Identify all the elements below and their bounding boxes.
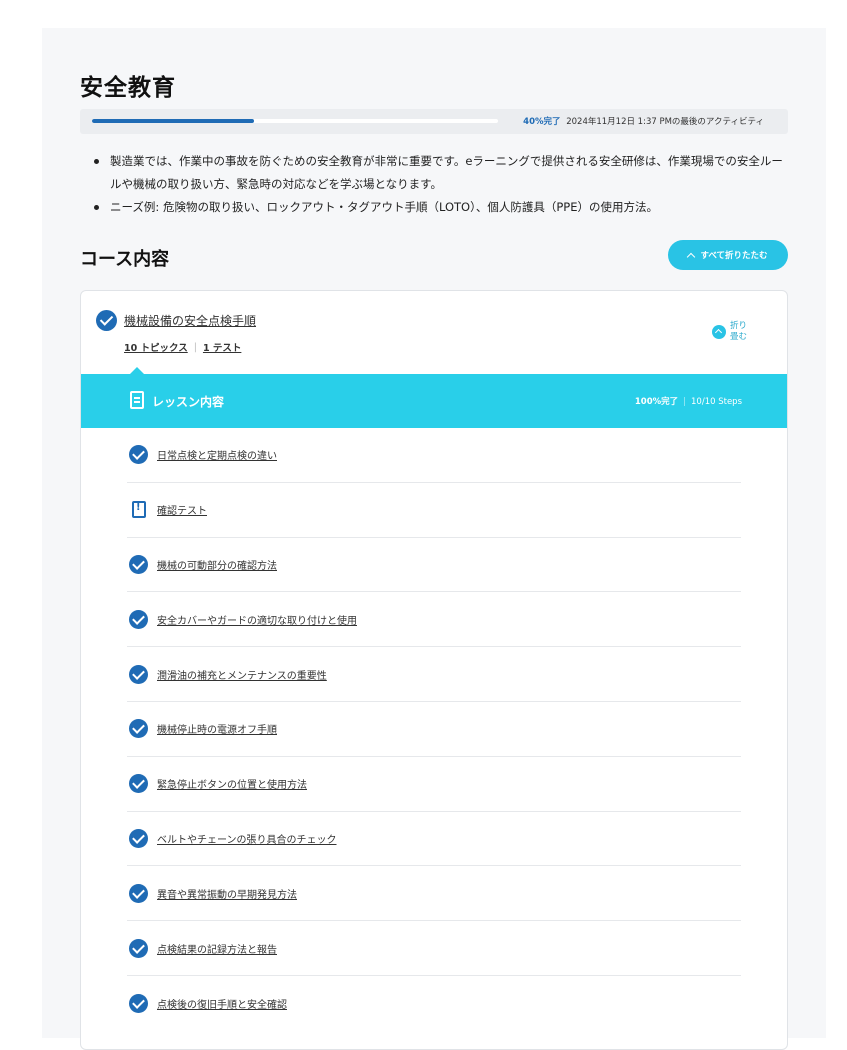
topics-count-link[interactable]: 10 トピックス — [124, 340, 188, 354]
tests-count-link[interactable]: 1 テスト — [203, 340, 241, 354]
topic-link[interactable]: 日常点検と定期点検の違い — [157, 447, 277, 462]
check-circle-icon — [129, 883, 148, 903]
collapse-all-label: すべて折りたたむ — [700, 251, 768, 261]
progress-percent: 40%完了 — [523, 117, 561, 127]
lesson-status-separator: | — [683, 397, 687, 407]
progress-track — [92, 119, 498, 123]
description-item: ニーズ例: 危険物の取り扱い、ロックアウト・タグアウト手順（LOTO）、個人防護… — [92, 196, 792, 219]
document-icon — [130, 391, 144, 409]
chevron-up-circle-icon — [712, 325, 726, 339]
topic-link[interactable]: 点検後の復旧手順と安全確認 — [157, 996, 287, 1011]
check-circle-icon — [129, 554, 148, 574]
check-circle-icon — [129, 719, 148, 739]
course-name-link[interactable]: 機械設備の安全点検手順 — [124, 312, 256, 329]
topic-row[interactable]: ベルトやチェーンの張り具合のチェック — [127, 812, 741, 867]
description-item: 製造業では、作業中の事故を防ぐための安全教育が非常に重要です。eラーニングで提供… — [92, 150, 792, 196]
progress-fill — [92, 119, 255, 123]
collapse-all-button[interactable]: すべて折りたたむ — [668, 240, 788, 270]
check-circle-icon — [96, 310, 117, 331]
lesson-percent: 100%完了 — [634, 397, 679, 407]
check-circle-icon — [129, 609, 148, 629]
collapse-course-button[interactable]: 折り畳む — [712, 321, 754, 343]
topic-row[interactable]: 異音や異常振動の早期発見方法 — [127, 866, 741, 922]
topic-row[interactable]: 機械の可動部分の確認方法 — [127, 538, 741, 593]
check-circle-icon — [129, 993, 148, 1013]
check-circle-icon — [129, 938, 148, 958]
topic-row[interactable]: 緊急停止ボタンの位置と使用方法 — [127, 757, 741, 812]
course-content-title: コース内容 — [80, 249, 170, 270]
topic-link[interactable]: 緊急停止ボタンの位置と使用方法 — [157, 776, 307, 791]
topic-link[interactable]: 機械停止時の電源オフ手順 — [157, 721, 277, 736]
course-progress: 40%完了 2024年11月12日 1:37 PMの最後のアクティビティ — [80, 109, 788, 134]
progress-text: 40%完了 2024年11月12日 1:37 PMの最後のアクティビティ — [523, 115, 764, 127]
chevron-up-icon — [687, 252, 696, 261]
topic-link[interactable]: 機械の可動部分の確認方法 — [157, 557, 277, 572]
check-circle-icon — [129, 445, 148, 465]
topic-row[interactable]: 日常点検と定期点検の違い — [127, 428, 741, 483]
course-card: 機械設備の安全点検手順 10 トピックス | 1 テスト 折り畳む レッスン内容… — [80, 290, 788, 1050]
topic-row[interactable]: 点検結果の記録方法と報告 — [127, 921, 741, 976]
topic-row[interactable]: 確認テスト — [127, 483, 741, 538]
topic-link[interactable]: 潤滑油の補充とメンテナンスの重要性 — [157, 667, 327, 682]
topic-link[interactable]: 異音や異常振動の早期発見方法 — [157, 886, 297, 901]
topic-link[interactable]: ベルトやチェーンの張り具合のチェック — [157, 831, 337, 846]
description-list: 製造業では、作業中の事故を防ぐための安全教育が非常に重要です。eラーニングで提供… — [92, 150, 792, 219]
topic-link[interactable]: 確認テスト — [157, 502, 207, 517]
topic-row[interactable]: 安全カバーやガードの適切な取り付けと使用 — [127, 592, 741, 648]
course-meta: 10 トピックス | 1 テスト — [124, 340, 241, 355]
check-circle-icon — [129, 664, 148, 684]
check-circle-icon — [129, 828, 148, 848]
topic-link[interactable]: 安全カバーやガードの適切な取り付けと使用 — [157, 612, 357, 627]
meta-separator: | — [193, 341, 197, 353]
page-title: 安全教育 — [80, 75, 176, 101]
topic-row[interactable]: 点検後の復旧手順と安全確認 — [127, 976, 741, 1031]
lesson-content-bar: レッスン内容 100%完了 | 10/10 Steps — [81, 367, 787, 428]
topic-row[interactable]: 機械停止時の電源オフ手順 — [127, 702, 741, 757]
topic-link[interactable]: 点検結果の記録方法と報告 — [157, 941, 277, 956]
collapse-course-label: 折り畳む — [730, 321, 748, 342]
lesson-steps: 10/10 Steps — [691, 397, 742, 407]
topic-list: 日常点検と定期点検の違い確認テスト機械の可動部分の確認方法安全カバーやガードの適… — [127, 428, 741, 1031]
topic-row[interactable]: 潤滑油の補充とメンテナンスの重要性 — [127, 647, 741, 702]
lesson-content-title: レッスン内容 — [152, 395, 225, 409]
lesson-status: 100%完了 | 10/10 Steps — [635, 395, 742, 407]
last-activity: 2024年11月12日 1:37 PMの最後のアクティビティ — [566, 117, 764, 127]
quiz-icon — [132, 501, 146, 519]
check-circle-icon — [129, 774, 148, 794]
